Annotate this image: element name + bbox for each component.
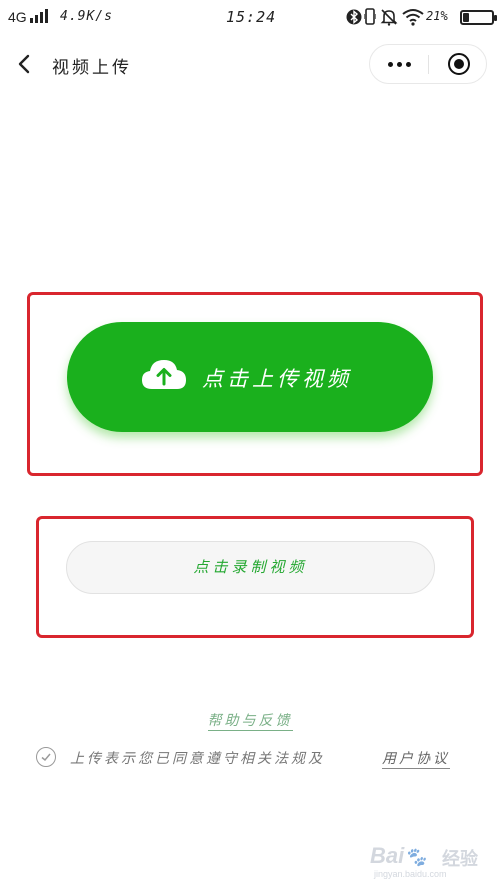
watermark-logo: Bai🐾: [370, 843, 427, 868]
user-agreement-link[interactable]: 用户协议: [382, 748, 450, 769]
clock: 15:24: [226, 8, 277, 26]
help-feedback-link[interactable]: 帮助与反馈: [0, 710, 500, 731]
nav-bar: 视频上传: [0, 40, 500, 88]
screen: 4G 4.9K/s 15:24 21% 视频上传 点击上传视频 点击录制视频 帮…: [0, 0, 500, 889]
baidu-jingyan-watermark: Bai🐾 经验 jingyan.baidu.com: [370, 837, 488, 881]
more-button[interactable]: [370, 45, 428, 83]
wifi-icon: [402, 8, 424, 30]
network-type: 4G: [8, 9, 27, 25]
agreement-checkbox[interactable]: [36, 747, 56, 767]
battery-icon: [460, 10, 497, 25]
status-bar: 4G 4.9K/s 15:24 21%: [0, 0, 500, 34]
battery-percent: 21%: [426, 9, 448, 23]
bluetooth-icon: [346, 8, 362, 30]
mute-bell-icon: [380, 8, 398, 30]
help-feedback-label: 帮助与反馈: [207, 713, 293, 731]
mini-program-capsule: [369, 44, 487, 84]
upload-video-button[interactable]: 点击上传视频: [67, 322, 433, 432]
cloud-upload-icon: [142, 360, 186, 389]
network-speed: 4.9K/s: [60, 9, 113, 24]
watermark-logo-cn: 经验: [442, 849, 478, 870]
agreement-row: 上传表示您已同意遵守相关法规及 用户协议: [36, 744, 476, 770]
signal-icon: [30, 9, 50, 23]
upload-video-label: 点击上传视频: [202, 367, 352, 391]
close-button[interactable]: [429, 45, 487, 83]
checkmark-icon: [41, 753, 51, 762]
record-video-button[interactable]: 点击录制视频: [66, 541, 435, 594]
agreement-text: 上传表示您已同意遵守相关法规及: [70, 751, 325, 767]
record-video-label: 点击录制视频: [193, 558, 308, 576]
more-dots-icon: [388, 62, 393, 67]
back-arrow-icon: [18, 54, 30, 74]
battery-level: [463, 13, 469, 22]
watermark-url: jingyan.baidu.com: [374, 869, 447, 879]
back-button[interactable]: [12, 48, 40, 80]
page-title: 视频上传: [52, 58, 132, 78]
vibrate-icon: [363, 8, 377, 30]
